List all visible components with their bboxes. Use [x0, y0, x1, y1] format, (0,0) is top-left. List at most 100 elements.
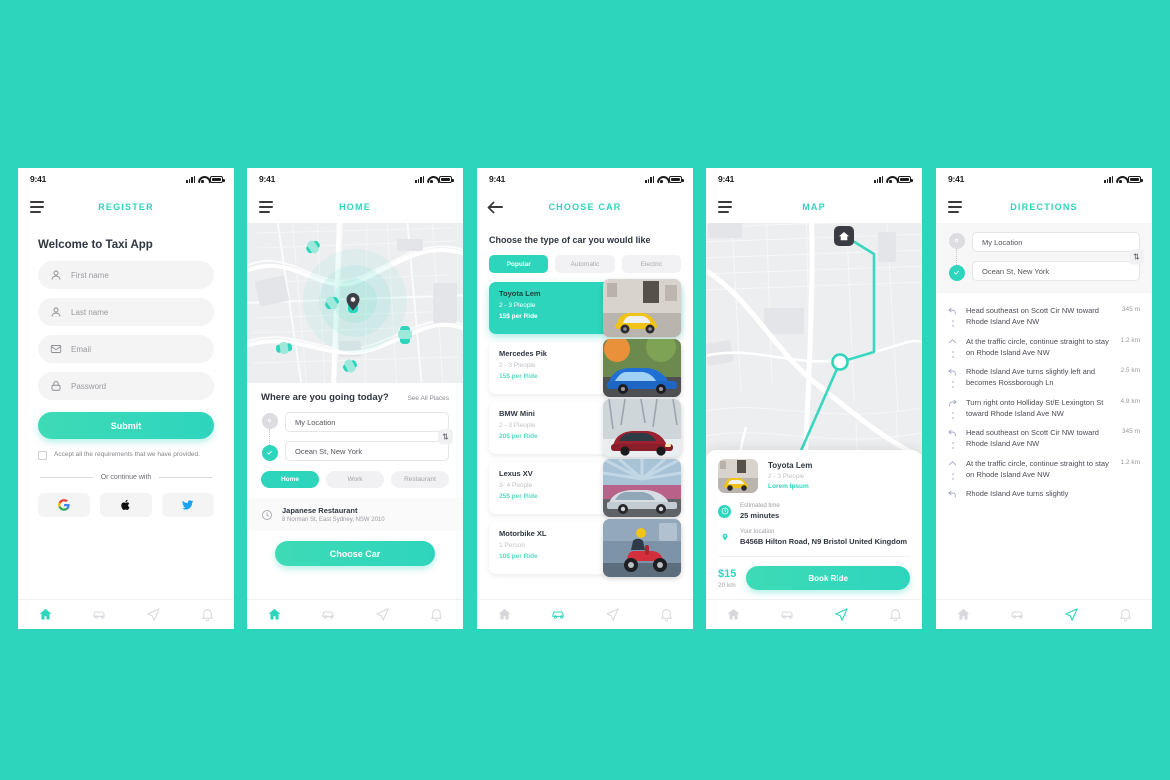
car-card-mercedes-pik[interactable]: Mercedes Pik 2 - 3 Pleople 15$ per Ride [489, 339, 681, 397]
step-connector [951, 472, 954, 480]
directions-route-inputs: My Location Ocean St, New York ⇅ [936, 223, 1152, 293]
ride-details-sheet: Toyota Lem 2 - 3 Pleople Lorem Ipsum Est… [706, 449, 922, 599]
nav-car-icon[interactable] [780, 607, 795, 622]
chip-restaurant[interactable]: Restaurant [391, 471, 449, 488]
route-inputs: My Location Ocean St, New York ⇅ [948, 232, 1144, 281]
tab-popular[interactable]: Popular [489, 255, 549, 273]
nav-send-icon[interactable] [1064, 607, 1079, 622]
estimated-time-text: Estimated time 25 minutes [740, 503, 780, 521]
nav-car-icon[interactable] [321, 607, 336, 622]
swap-locations-button[interactable]: ⇅ [438, 429, 453, 444]
yellow-mini-photo [718, 458, 758, 493]
apple-login-button[interactable] [100, 493, 152, 517]
home-bottom-sheet: Where are you going today? See All Place… [247, 383, 463, 599]
google-login-button[interactable] [38, 493, 90, 517]
nav-send-icon[interactable] [375, 607, 390, 622]
nav-send-icon[interactable] [605, 607, 620, 622]
wifi-icon [1116, 176, 1125, 183]
bottom-nav [18, 599, 234, 629]
nav-home-icon[interactable] [267, 607, 282, 622]
car-list: Toyota Lem 2 - 3 Pleople 15$ per Ride Me… [477, 273, 693, 577]
tab-electric[interactable]: Electric [621, 255, 681, 273]
origin-marker-icon [948, 232, 965, 249]
car-card-bmw-mini[interactable]: BMW Mini 2 - 3 Pleople 20$ per Ride [489, 399, 681, 457]
password-field[interactable]: Password [38, 372, 214, 400]
last-name-field[interactable]: Last name [38, 298, 214, 326]
last-name-placeholder: Last name [71, 307, 109, 317]
nav-send-icon[interactable] [146, 607, 161, 622]
nav-bell-icon[interactable] [659, 607, 674, 622]
car-card-motorbike-xl[interactable]: Motorbike XL 1 Person 10$ per Ride [489, 519, 681, 577]
nav-car-icon[interactable] [551, 607, 566, 622]
origin-input[interactable]: My Location [285, 412, 449, 432]
place-chips: Home Work Restaurant [261, 471, 449, 488]
battery-icon [210, 175, 225, 183]
bottom-nav [477, 599, 693, 629]
nav-car-icon[interactable] [1010, 607, 1025, 622]
nav-send-icon[interactable] [834, 607, 849, 622]
see-all-places-link[interactable]: See All Places [407, 395, 449, 402]
destination-marker-icon [261, 444, 278, 461]
nav-home-icon[interactable] [497, 607, 512, 622]
direction-step: Rhode Island Ave turns slightly left and… [936, 358, 1152, 389]
nav-bell-icon[interactable] [1118, 607, 1133, 622]
email-placeholder: Email [71, 344, 92, 354]
nav-bell-icon[interactable] [200, 607, 215, 622]
recent-place-title: Japanese Restaurant [282, 506, 358, 515]
map-view[interactable]: Toyota Lem 2 - 3 Pleople Lorem Ipsum Est… [706, 223, 922, 599]
car-info: BMW Mini 2 - 3 Pleople 20$ per Ride [489, 402, 681, 454]
swap-locations-button[interactable]: ⇅ [1129, 249, 1144, 264]
list-fade-overlay [936, 573, 1152, 599]
status-icons [645, 175, 684, 183]
destination-input[interactable]: Ocean St, New York [972, 261, 1140, 281]
status-time: 9:41 [948, 174, 965, 184]
nav-home-icon[interactable] [956, 607, 971, 622]
status-time: 9:41 [30, 174, 47, 184]
step-text: Rhode Island Ave turns slightly [966, 489, 1069, 498]
step-text: Head southeast on Scott Cir NW toward Rh… [966, 306, 1099, 327]
step-icon-column [946, 366, 959, 389]
step-icon-column [946, 305, 959, 328]
choose-car-cta-wrap: Choose Car [261, 531, 449, 574]
book-ride-button[interactable]: Book Ride [746, 566, 910, 590]
direction-step: Head southeast on Scott Cir NW toward Rh… [936, 419, 1152, 450]
submit-button[interactable]: Submit [38, 412, 214, 439]
bottom-nav [247, 599, 463, 629]
register-body: Welcome to Taxi App First name Last name… [18, 223, 234, 599]
destination-marker-icon [948, 264, 965, 281]
email-field[interactable]: Email [38, 335, 214, 363]
nav-car-icon[interactable] [92, 607, 107, 622]
choose-car-button[interactable]: Choose Car [275, 541, 435, 566]
recent-place-item[interactable]: Japanese Restaurant 8 Norman St, East Sy… [247, 498, 463, 531]
tab-automatic[interactable]: Automatic [555, 255, 615, 273]
accept-terms-row[interactable]: Accept all the requirements that we have… [18, 439, 234, 460]
car-name: Mercedes Pik [499, 349, 547, 358]
estimated-time-value: 25 minutes [740, 510, 780, 520]
step-distance: 2.5 km [1120, 367, 1140, 374]
recent-place-subtitle: 8 Norman St, East Sydney, NSW 2010 [282, 517, 385, 523]
status-bar: 9:41 [18, 168, 234, 190]
step-distance: 1.2 km [1120, 336, 1140, 344]
origin-input[interactable]: My Location [972, 232, 1140, 252]
nav-bell-icon[interactable] [888, 607, 903, 622]
car-card-lexus-xv[interactable]: Lexus XV 3- 4 People 25$ per Ride [489, 459, 681, 517]
twitter-login-button[interactable] [162, 493, 214, 517]
nav-bell-icon[interactable] [429, 607, 444, 622]
directions-step-list[interactable]: Head southeast on Scott Cir NW toward Rh… [936, 293, 1152, 599]
accept-terms-checkbox[interactable] [38, 451, 47, 460]
chip-work[interactable]: Work [326, 471, 384, 488]
car-name: Lexus XV [499, 469, 533, 478]
app-header: MAP [706, 190, 922, 223]
route-connector [269, 428, 270, 445]
chip-home[interactable]: Home [261, 471, 319, 488]
destination-input[interactable]: Ocean St, New York [285, 441, 449, 461]
home-map-view[interactable] [247, 223, 463, 383]
step-distance: 345 m [1121, 428, 1140, 435]
nav-home-icon[interactable] [726, 607, 741, 622]
pin-icon [718, 531, 731, 544]
car-card-toyota-lem[interactable]: Toyota Lem 2 - 3 Pleople 15$ per Ride [489, 279, 681, 337]
user-icon [50, 306, 62, 318]
car-price: 10$ per Ride [499, 553, 538, 560]
nav-home-icon[interactable] [38, 607, 53, 622]
first-name-field[interactable]: First name [38, 261, 214, 289]
